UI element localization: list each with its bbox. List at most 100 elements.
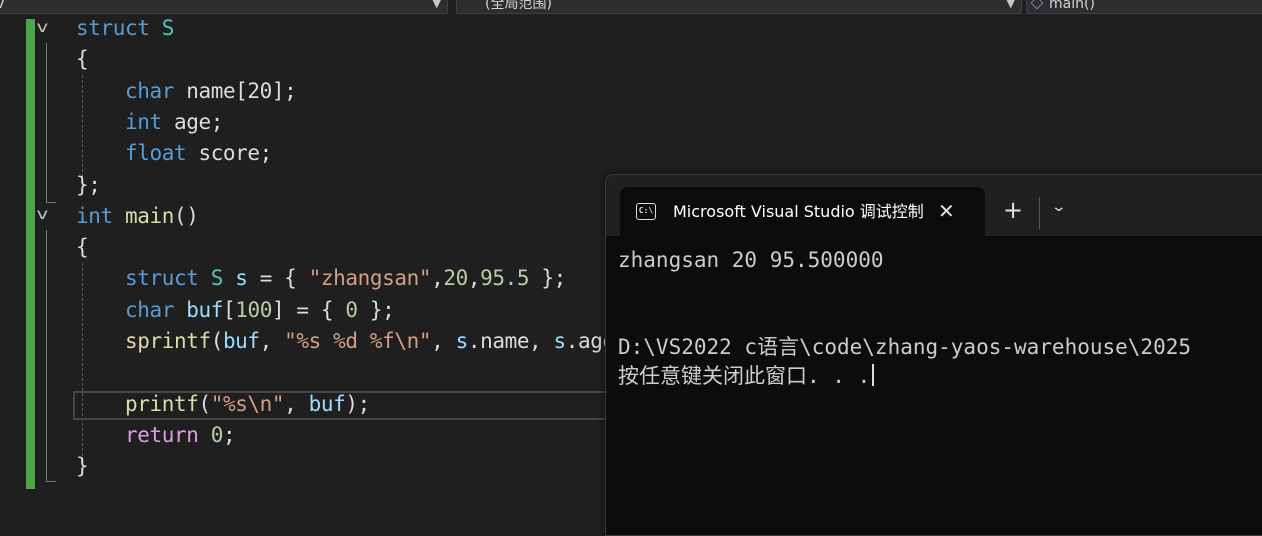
code-text: { [76,47,89,72]
code-text: , [431,266,444,291]
string-token: "%s\n" [210,391,285,416]
code-text: = { [247,266,309,291]
code-text: name[20]; [173,78,297,103]
code-text: , [467,266,481,291]
code-text: ( [210,329,224,353]
close-icon[interactable]: ✕ [938,199,955,223]
code-text: age; [161,109,223,134]
keyword-token: struct [124,266,199,291]
code-text: .name, [467,329,554,353]
method-cube-icon [1030,0,1044,10]
keyword-token: char [124,78,174,103]
keyword-token: struct [76,16,150,40]
code-text: } [76,454,89,479]
variable-token: s [455,329,469,353]
code-line[interactable]: int age; [76,107,223,138]
code-text: }; [357,297,395,322]
new-tab-button[interactable]: + [1003,195,1023,225]
titlebar-divider [1039,197,1040,229]
string-token: "zhangsan" [308,266,432,291]
variable-token: buf [222,329,260,353]
fold-collapse-icon[interactable]: v [37,18,49,36]
console-output-line: D:\VS2022 c语言\code\zhang-yaos-warehouse\… [618,335,1192,359]
number-token: 20 [443,266,468,291]
console-tab[interactable]: C:\ Microsoft Visual Studio 调试控制台 ✕ [620,187,985,237]
keyword-token: float [124,141,187,166]
text-cursor [872,364,875,386]
member-dropdown-label: main() [1049,0,1095,12]
console-output-line: 按任意键关闭此窗口. . . [618,362,1191,391]
chevron-down-icon[interactable]: ⌄ [1051,199,1067,215]
code-text: ( [198,391,211,416]
code-text: , [284,391,309,416]
scope-dropdown[interactable]: (全局范围) ▼ [456,0,1022,14]
fold-region-end [46,481,56,482]
code-line[interactable]: { [76,232,89,263]
code-line[interactable]: char name[20]; [76,76,297,107]
scope-dropdown-label: (全局范围) [485,0,552,12]
function-token: printf [124,391,199,416]
console-output: zhangsan 20 95.500000 D:\VS2022 c语言\code… [618,246,1191,391]
function-token: sprintf [124,329,211,353]
code-line[interactable]: return 0; [76,420,236,451]
code-line[interactable]: } [76,451,89,482]
code-text: , [259,329,285,353]
type-token: S [161,16,175,40]
code-text: }; [529,266,566,291]
number-token: 0 [210,422,224,447]
press-any-key-text: 按任意键关闭此窗口. . . [618,364,871,388]
code-text: ] = { [271,297,346,322]
code-line[interactable]: char buf[100] = { 0 }; [76,295,395,326]
control-keyword-token: return [124,422,199,447]
code-line[interactable]: struct S [76,13,174,44]
change-tracking-bar [26,19,35,489]
fold-region-line [46,43,47,202]
code-line[interactable]: struct S s = { "zhangsan",20,95.5 }; [76,263,566,294]
fold-region-line [46,230,47,481]
code-line[interactable]: printf("%s\n", buf); [76,389,370,420]
code-line[interactable]: }; [76,170,101,201]
function-token: main [124,203,174,228]
string-token: "%s %d %f\n" [284,329,432,353]
type-token: S [210,266,224,291]
code-text: , [431,329,456,353]
code-text: () [173,203,199,228]
fold-collapse-icon[interactable]: v [37,205,49,223]
code-text: ; [222,422,236,447]
project-dropdown[interactable]: 7 ▼ [0,0,448,14]
member-dropdown[interactable]: main() [1026,0,1262,14]
code-line[interactable]: { [76,44,89,75]
code-text: ); [345,391,370,416]
code-text: { [76,235,89,260]
code-line[interactable]: float score; [76,138,272,169]
code-text: score; [186,141,272,166]
variable-token: s [235,266,248,291]
number-token: 95.5 [480,266,530,291]
code-text: [ [222,297,236,322]
keyword-token: char [124,297,174,322]
editor-navigation-bar: 7 ▼ (全局范围) ▼ main() [0,0,1262,15]
chevron-down-icon: ▼ [1006,0,1015,10]
debug-console-window[interactable]: C:\ Microsoft Visual Studio 调试控制台 ✕ + ⌄ … [605,174,1262,536]
console-output-line: zhangsan 20 95.500000 [618,248,884,272]
variable-token: buf [186,297,223,322]
console-tab-title: Microsoft Visual Studio 调试控制台 [673,202,925,221]
code-line[interactable]: int main() [76,201,199,232]
variable-token: buf [308,391,346,416]
number-token: 0 [345,297,358,322]
